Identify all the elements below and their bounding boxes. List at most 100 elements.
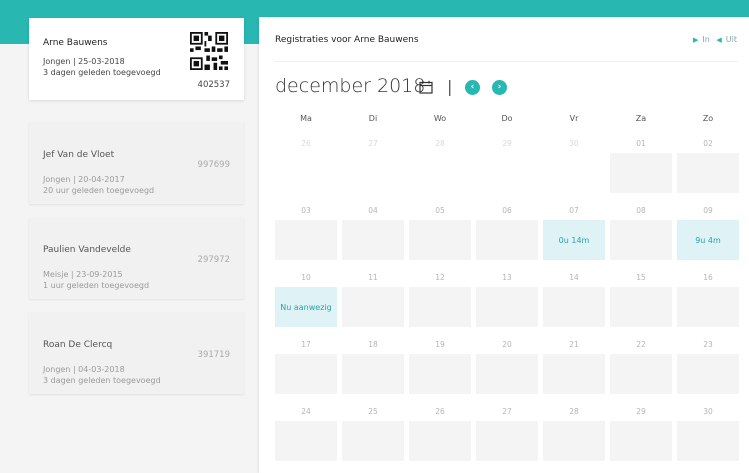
- month-title: december 2018: [275, 75, 426, 97]
- divider: [275, 61, 737, 62]
- calendar-day[interactable]: 21: [543, 336, 605, 396]
- calendar-day[interactable]: 14: [543, 269, 605, 329]
- day-slot[interactable]: [610, 287, 672, 327]
- calendar-day[interactable]: 15: [610, 269, 672, 329]
- calendar-day[interactable]: 07 0u 14m: [543, 202, 605, 262]
- calendar-day[interactable]: 04: [342, 202, 404, 262]
- calendar-day[interactable]: 10 Nu aanwezig: [275, 269, 337, 329]
- day-number: 06: [502, 206, 512, 215]
- calendar-day[interactable]: 08: [610, 202, 672, 262]
- day-slot[interactable]: [409, 287, 471, 327]
- registration-entry[interactable]: Nu aanwezig: [275, 287, 337, 327]
- calendar-day[interactable]: 27: [342, 135, 404, 195]
- child-card-jef[interactable]: Jef Van de Vloet Jongen | 20-04-2017 20 …: [29, 122, 244, 204]
- calendar-day[interactable]: 22: [610, 336, 672, 396]
- day-slot[interactable]: [543, 354, 605, 394]
- day-slot[interactable]: [275, 220, 337, 260]
- calendar-day[interactable]: 18: [342, 336, 404, 396]
- child-name: Roan De Clercq: [43, 340, 113, 350]
- weekday-header: Vr: [569, 114, 579, 123]
- child-card-arne[interactable]: Arne Bauwens Jongen | 25-03-2018 3 dagen…: [29, 18, 244, 100]
- day-slot[interactable]: [342, 354, 404, 394]
- day-number: 21: [569, 340, 579, 349]
- child-name: Jef Van de Vloet: [43, 150, 115, 160]
- calendar-day[interactable]: 09 9u 4m: [677, 202, 739, 262]
- day-slot[interactable]: [677, 287, 739, 327]
- day-slot[interactable]: [409, 220, 471, 260]
- calendar-day[interactable]: 06: [476, 202, 538, 262]
- calendar-day[interactable]: 03: [275, 202, 337, 262]
- day-slot[interactable]: [476, 354, 538, 394]
- day-slot[interactable]: [543, 287, 605, 327]
- calendar-day[interactable]: 16: [677, 269, 739, 329]
- day-slot[interactable]: [677, 354, 739, 394]
- day-slot[interactable]: [409, 354, 471, 394]
- child-card-roan[interactable]: Roan De Clercq Jongen | 04-03-2018 3 dag…: [29, 312, 244, 394]
- calendar-day[interactable]: 17: [275, 336, 337, 396]
- calendar-day[interactable]: 13: [476, 269, 538, 329]
- day-slot[interactable]: [275, 354, 337, 394]
- day-slot[interactable]: [342, 220, 404, 260]
- child-meta: Meisje | 23-09-2015 1 uur geleden toegev…: [43, 269, 230, 291]
- day-slot[interactable]: [476, 421, 538, 461]
- day-slot[interactable]: [543, 421, 605, 461]
- day-number: 04: [368, 206, 378, 215]
- day-slot[interactable]: [610, 220, 672, 260]
- day-slot[interactable]: [409, 421, 471, 461]
- arrow-left-icon: ◀: [716, 36, 722, 44]
- day-slot[interactable]: [476, 287, 538, 327]
- calendar-day[interactable]: 20: [476, 336, 538, 396]
- calendar-icon[interactable]: [419, 80, 433, 94]
- next-month-button[interactable]: ›: [492, 80, 507, 95]
- calendar-day[interactable]: 24: [275, 403, 337, 463]
- calendar-day[interactable]: 12: [409, 269, 471, 329]
- calendar-day[interactable]: 11: [342, 269, 404, 329]
- calendar-day[interactable]: 23: [677, 336, 739, 396]
- day-slot[interactable]: [342, 421, 404, 461]
- calendar-day[interactable]: 01: [610, 135, 672, 195]
- day-slot[interactable]: [342, 287, 404, 327]
- day-slot[interactable]: [610, 153, 672, 193]
- day-slot[interactable]: [275, 421, 337, 461]
- day-number: 11: [368, 273, 378, 282]
- child-code: 391719: [197, 350, 230, 360]
- day-number: 27: [502, 407, 512, 416]
- day-slot[interactable]: [476, 220, 538, 260]
- day-slot[interactable]: [677, 153, 739, 193]
- calendar-day[interactable]: 30: [677, 403, 739, 463]
- calendar-day[interactable]: 29: [476, 135, 538, 195]
- child-added: 1 uur geleden toegevoegd: [43, 281, 150, 290]
- calendar-day[interactable]: 27: [476, 403, 538, 463]
- calendar-day[interactable]: 02: [677, 135, 739, 195]
- registration-entry[interactable]: 0u 14m: [543, 220, 605, 260]
- day-number: 05: [435, 206, 445, 215]
- arrow-right-icon: ▶: [693, 36, 699, 44]
- legend-out: Uit: [725, 35, 737, 44]
- calendar-day[interactable]: 26: [409, 403, 471, 463]
- chevron-left-icon: ‹: [470, 82, 475, 92]
- day-number: 28: [435, 139, 445, 148]
- calendar-day[interactable]: 30: [543, 135, 605, 195]
- calendar-day[interactable]: 19: [409, 336, 471, 396]
- day-number: 17: [301, 340, 311, 349]
- day-slot[interactable]: [610, 421, 672, 461]
- day-number: 13: [502, 273, 512, 282]
- calendar-day[interactable]: 25: [342, 403, 404, 463]
- child-code: 297972: [197, 255, 230, 265]
- day-number: 24: [301, 407, 311, 416]
- calendar-day[interactable]: 28: [543, 403, 605, 463]
- weekday-header: Wo: [433, 114, 447, 123]
- calendar-day[interactable]: 28: [409, 135, 471, 195]
- day-slot[interactable]: [677, 421, 739, 461]
- day-slot[interactable]: [610, 354, 672, 394]
- calendar-day[interactable]: 29: [610, 403, 672, 463]
- child-card-paulien[interactable]: Paulien Vandevelde Meisje | 23-09-2015 1…: [29, 217, 244, 299]
- legend-in: In: [702, 35, 710, 44]
- day-number: 02: [703, 139, 713, 148]
- day-number: 28: [569, 407, 579, 416]
- registrations-panel: Registraties voor Arne Bauwens ▶ In ◀ Uit …: [259, 17, 749, 473]
- prev-month-button[interactable]: ‹: [465, 80, 480, 95]
- calendar-day[interactable]: 26: [275, 135, 337, 195]
- registration-entry[interactable]: 9u 4m: [677, 220, 739, 260]
- calendar-day[interactable]: 05: [409, 202, 471, 262]
